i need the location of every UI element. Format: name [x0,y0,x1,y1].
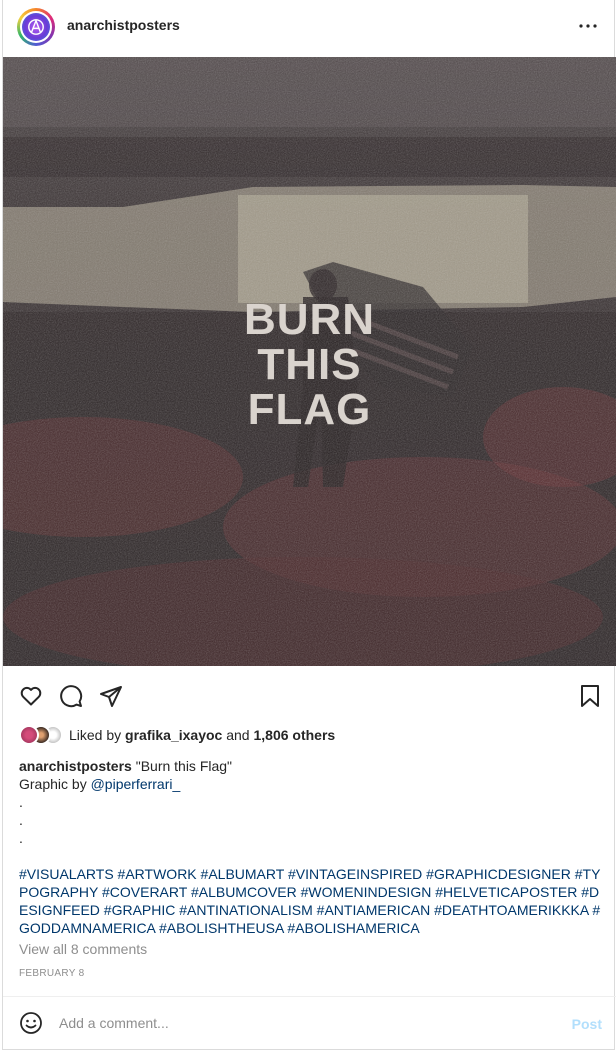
likes-prefix: Liked by [69,727,122,743]
likes-connector: and [226,727,250,743]
heart-icon[interactable] [19,684,43,708]
caption-credit-prefix: Graphic by [19,776,87,792]
likes-summary: Liked by grafika_ixayoc and 1,806 others [19,724,335,746]
caption-dot: . [19,830,23,846]
post-caption: anarchistposters "Burn this Flag" Graphi… [19,757,604,847]
caption-text: "Burn this Flag" [135,758,233,774]
action-bar [3,676,616,716]
smiley-icon[interactable] [19,1011,43,1035]
bookmark-icon[interactable] [578,684,602,708]
post-comment-button[interactable]: Post [572,1016,602,1032]
view-all-comments-link[interactable]: View all 8 comments [19,941,147,957]
caption-author[interactable]: anarchistposters [19,758,132,774]
caption-dot: . [19,794,23,810]
speech-bubble-icon[interactable] [59,684,83,708]
likes-text: Liked by grafika_ixayoc and 1,806 others [69,727,335,743]
more-horizontal-icon[interactable] [576,14,600,38]
post-card: anarchistposters BURN THIS FLAG Liked by… [2,0,616,1050]
comment-bar: Post [3,997,616,1050]
post-date[interactable]: FEBRUARY 8 [19,968,84,979]
liker-username[interactable]: grafika_ixayoc [125,727,222,743]
paper-plane-icon[interactable] [99,684,123,708]
liker-avatar[interactable] [19,725,39,745]
credit-mention-link[interactable]: @piperferrari_ [91,776,181,792]
poster-title-line-1: BURN [243,295,376,344]
poster-title-line-2: THIS [257,340,362,389]
post-username[interactable]: anarchistposters [67,17,180,33]
hashtag-list[interactable]: #VISUALARTS #ARTWORK #ALBUMART #VINTAGEI… [19,865,604,937]
post-header: anarchistposters [3,0,616,56]
anarchy-logo-icon [28,18,44,35]
poster-title-line-3: FLAG [247,385,372,434]
caption-dot: . [19,812,23,828]
avatar[interactable] [17,8,55,46]
likes-others-link[interactable]: 1,806 others [253,727,335,743]
post-image[interactable]: BURN THIS FLAG [3,57,616,666]
comment-input[interactable] [59,1009,539,1037]
